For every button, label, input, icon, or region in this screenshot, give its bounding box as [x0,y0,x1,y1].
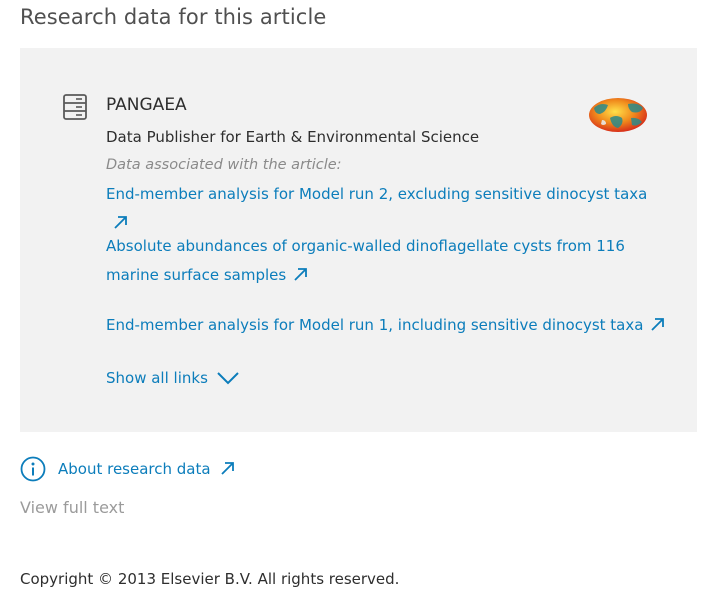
external-link-arrow-icon[interactable] [292,263,308,281]
associated-data-label: Data associated with the article: [106,157,342,173]
data-link-label[interactable]: End-member analysis for Model run 1, inc… [106,316,643,334]
info-icon[interactable] [20,456,46,482]
show-all-links-button[interactable]: Show all links [106,364,240,393]
data-link-dinoflagellate-cysts[interactable]: Absolute abundances of organic-walled di… [106,232,666,290]
about-research-data-link[interactable]: About research data [58,455,235,484]
external-link-arrow-icon[interactable] [219,457,235,475]
data-link-model-run-2[interactable]: End-member analysis for Model run 2, exc… [106,180,666,238]
database-icon [62,93,88,121]
view-full-text-link[interactable]: View full text [20,498,124,517]
external-link-arrow-icon[interactable] [112,211,128,229]
section-title: Research data for this article [20,5,327,29]
chevron-down-icon[interactable] [216,366,240,385]
about-research-data-label[interactable]: About research data [58,460,211,478]
pangaea-logo [588,96,648,134]
copyright-notice: Copyright © 2013 Elsevier B.V. All right… [20,570,400,588]
repository-description: Data Publisher for Earth & Environmental… [106,128,480,146]
show-all-links-label[interactable]: Show all links [106,369,208,387]
data-link-model-run-1[interactable]: End-member analysis for Model run 1, inc… [106,311,666,340]
external-link-arrow-icon[interactable] [649,313,665,331]
research-data-panel: PANGAEA Data Publisher for Earth & Envir… [20,48,697,432]
data-link-label[interactable]: End-member analysis for Model run 2, exc… [106,185,647,203]
repository-name: PANGAEA [106,95,187,115]
data-link-label[interactable]: Absolute abundances of organic-walled di… [106,237,625,284]
